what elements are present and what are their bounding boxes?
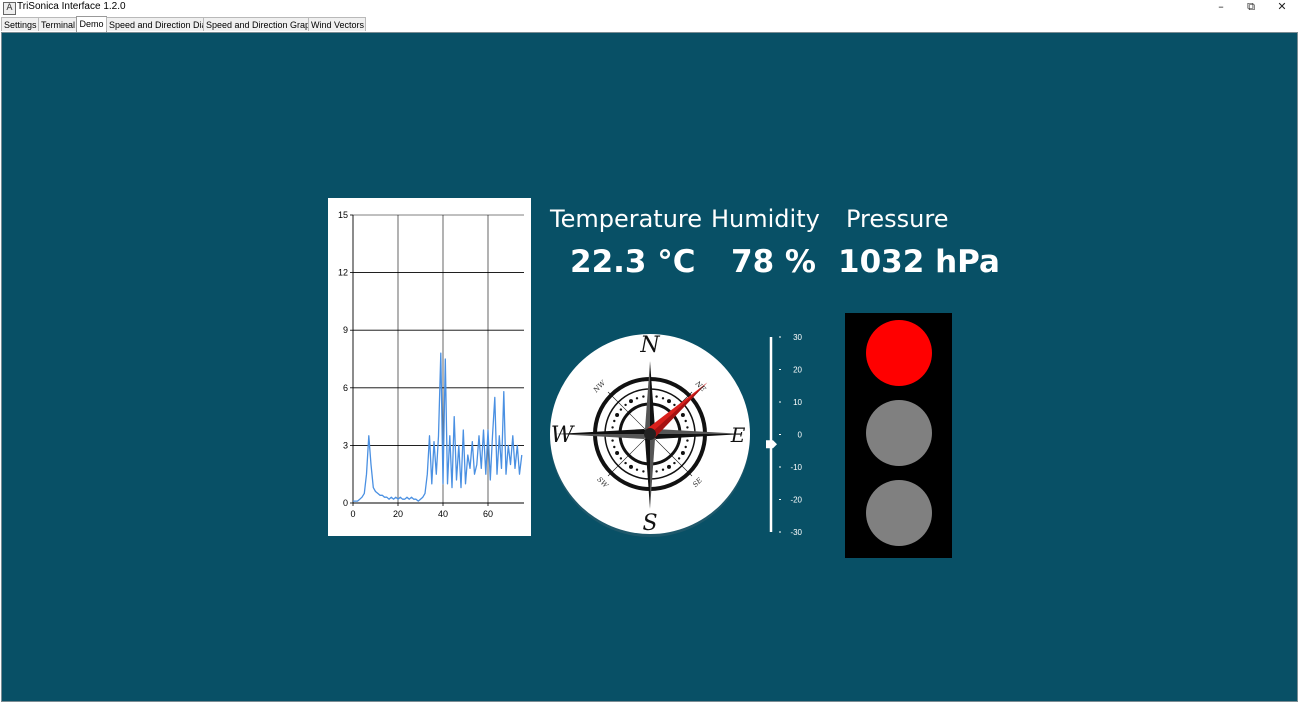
app-logo-icon: A (3, 2, 16, 15)
compass-tick-dot (629, 464, 633, 469)
tab-bar: Settings Terminal Demo Speed and Directi… (0, 16, 1299, 32)
vertical-scale[interactable]: 30 20 10 0 -10 -20 -30 (760, 328, 810, 548)
traffic-light-red-lamp (866, 320, 932, 386)
traffic-light-yellow-lamp (866, 400, 932, 466)
compass-tick-dot (667, 399, 671, 404)
compass-tick-dot (680, 413, 685, 417)
scale-tick-label: 20 (793, 366, 802, 375)
compass-tick-dot (673, 403, 676, 407)
compass-tick-dot (684, 445, 687, 449)
compass-tick-dot (615, 413, 620, 417)
compass-tick-dot (677, 457, 681, 460)
compass-e-label: E (730, 423, 746, 447)
compass-tick-dot (680, 451, 685, 455)
compass-tick-dot (684, 419, 687, 423)
y-tick-label: 15 (338, 210, 348, 220)
wind-compass: N S W E NW NE SW SE (548, 333, 753, 543)
temperature-label: Temperature (550, 205, 703, 233)
compass-tick-dot (635, 468, 639, 471)
compass-tick-dot (686, 426, 689, 429)
traffic-light (845, 313, 952, 558)
compass-rose-icon: N S W E NW NE SW SE (550, 333, 750, 537)
tab-settings[interactable]: Settings (1, 17, 39, 31)
compass-w-label: W (551, 423, 576, 448)
vertical-slider[interactable]: 30 20 10 0 -10 -20 -30 (760, 328, 810, 543)
tab-demo[interactable]: Demo (76, 16, 107, 32)
x-tick-label: 20 (393, 509, 403, 519)
y-tick-label: 0 (343, 498, 348, 508)
x-tick-label: 60 (483, 509, 493, 519)
tab-speed-direction-dial[interactable]: Speed and Direction Dial (106, 17, 209, 31)
compass-tick-dot (624, 461, 627, 465)
compass-tick-dot (686, 439, 689, 442)
scale-tick-label: 30 (793, 333, 802, 342)
slider-thumb[interactable] (766, 440, 777, 449)
humidity-value: 78 % (731, 244, 816, 280)
scale-tick-label: -10 (790, 463, 802, 472)
compass-n-label: N (639, 333, 660, 358)
compass-s-label: S (642, 511, 657, 536)
humidity-label: Humidity (711, 205, 820, 233)
scale-tick-label: -20 (790, 496, 802, 505)
tab-terminal[interactable]: Terminal (38, 17, 77, 31)
compass-tick-dot (661, 397, 665, 400)
temperature-value: 22.3 °C (570, 244, 696, 280)
scale-tick-label: 0 (798, 431, 803, 440)
compass-tick-dot (613, 419, 616, 423)
y-tick-label: 6 (343, 383, 348, 393)
scale-tick-label: 10 (793, 398, 802, 407)
compass-tick-dot (642, 395, 645, 398)
x-tick-label: 40 (438, 509, 448, 519)
compass-tick-dot (615, 451, 620, 455)
minimize-icon[interactable]: – (1206, 0, 1236, 16)
compass-tick-dot (611, 439, 614, 442)
pressure-value: 1032 hPa (838, 244, 1000, 280)
y-tick-label: 3 (343, 440, 348, 450)
compass-tick-dot (619, 408, 623, 411)
scale-tick-label: -30 (790, 528, 802, 537)
y-tick-label: 9 (343, 325, 348, 335)
compass-tick-dot (613, 445, 616, 449)
restore-icon[interactable]: ⧉ (1236, 0, 1266, 16)
line-chart: 0 3 6 9 12 15 0 20 40 60 (338, 210, 524, 519)
compass-tick-dot (635, 397, 639, 400)
compass-tick-dot (673, 461, 676, 465)
close-icon[interactable]: ✕ (1267, 0, 1297, 16)
compass-tick-dot (629, 399, 633, 404)
compass-tick-dot (624, 403, 627, 407)
title-bar: A TriSonica Interface 1.2.0 – ⧉ ✕ (0, 0, 1299, 16)
pressure-label: Pressure (846, 205, 949, 233)
y-tick-label: 12 (338, 268, 348, 278)
compass-tick-dot (655, 395, 658, 398)
traffic-light-green-lamp (866, 480, 932, 546)
compass-tick-dot (642, 470, 645, 473)
compass-tick-dot (655, 470, 658, 473)
compass-tick-dot (661, 468, 665, 471)
compass-tick-dot (667, 464, 671, 469)
series-line (353, 352, 523, 502)
window-title: TriSonica Interface 1.2.0 (17, 1, 126, 12)
x-tick-label: 0 (350, 509, 355, 519)
compass-tick-dot (619, 457, 623, 460)
compass-tick-dot (611, 426, 614, 429)
line-chart-panel: 0 3 6 9 12 15 0 20 40 60 (328, 198, 531, 536)
tab-wind-vectors[interactable]: Wind Vectors (308, 17, 366, 31)
tab-speed-direction-graph[interactable]: Speed and Direction Graph (203, 17, 315, 31)
